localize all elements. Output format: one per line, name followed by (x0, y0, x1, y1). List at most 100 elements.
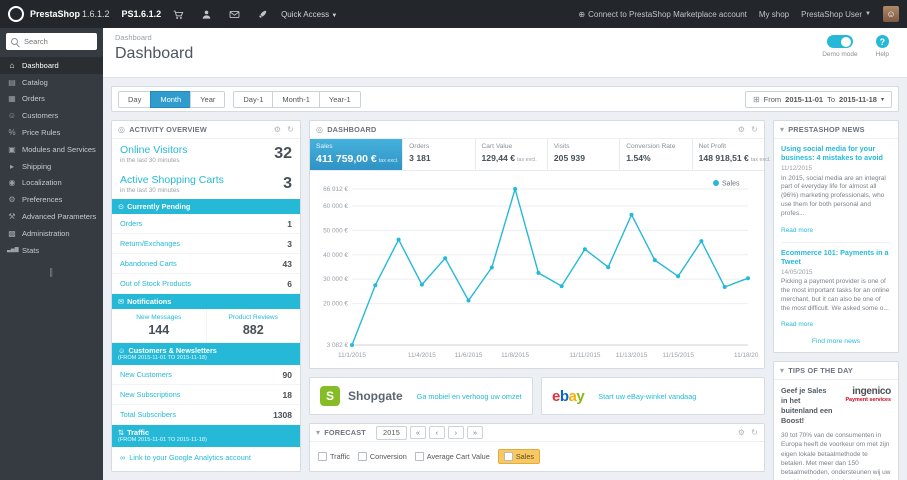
kpi-orders[interactable]: Orders 3 181 (403, 139, 476, 170)
online-visitors-link[interactable]: Online Visitors (120, 144, 188, 156)
out-of-stock-link[interactable]: Out of Stock Products (120, 279, 191, 288)
checkbox-icon[interactable] (503, 452, 513, 461)
total-subscribers-row: Total Subscribers 1308 (112, 405, 300, 426)
news-article-title[interactable]: Using social media for your business: 4 … (781, 144, 891, 163)
sidebar-item-orders[interactable]: ▦ Orders (0, 91, 103, 108)
new-subscriptions-link[interactable]: New Subscriptions (120, 390, 180, 399)
legend-label: Average Cart Value (426, 452, 490, 461)
gear-icon[interactable]: ⚙ (738, 428, 745, 437)
ebay-link[interactable]: Start uw eBay-winkel vandaag (598, 392, 696, 401)
chevron-down-icon: ▾ (880, 96, 884, 103)
currently-pending-header: ⊙ Currently Pending (112, 199, 300, 215)
refresh-icon[interactable]: ↻ (287, 125, 294, 134)
legend-traffic[interactable]: Traffic (318, 452, 350, 461)
read-more-link[interactable]: Read more (781, 227, 813, 234)
sidebar-item-label: Dashboard (22, 60, 59, 70)
product-reviews-link[interactable]: Product Reviews (209, 314, 299, 321)
customer-icon[interactable] (195, 0, 217, 28)
svg-text:11/13/2015: 11/13/2015 (616, 352, 648, 359)
my-shop-link[interactable]: My shop (759, 10, 789, 19)
kpi-conversion-rate[interactable]: Conversion Rate 1.54% (620, 139, 693, 170)
user-avatar[interactable]: ☺ (883, 6, 899, 22)
google-analytics-label: Link to your Google Analytics account (129, 453, 251, 463)
legend-conversion[interactable]: Conversion (357, 452, 407, 461)
filter-month-1-button[interactable]: Month-1 (272, 90, 320, 108)
first-page-icon[interactable]: « (410, 426, 426, 439)
next-page-icon[interactable]: › (448, 426, 464, 439)
google-analytics-link[interactable]: ∞ Link to your Google Analytics account (112, 447, 300, 468)
legend-sales[interactable]: Sales (497, 449, 541, 464)
sidebar-item-dashboard[interactable]: ⌂ Dashboard (0, 57, 103, 74)
forecast-year-select[interactable]: 2015 (375, 425, 407, 440)
gear-icon[interactable]: ⚙ (274, 125, 281, 134)
orders-icon: ▦ (8, 94, 16, 104)
marketplace-link[interactable]: ⊕ Connect to PrestaShop Marketplace acco… (578, 10, 746, 19)
svg-text:20 000 €: 20 000 € (323, 301, 348, 308)
read-more-link[interactable]: Read more (781, 321, 813, 328)
svg-text:66 912 €: 66 912 € (323, 186, 348, 193)
shopgate-link[interactable]: Ga mobiel en verhoog uw omzet (417, 392, 522, 401)
envelope-icon: ✉ (118, 297, 125, 307)
user-menu[interactable]: PrestaShop User ▼ (801, 10, 871, 19)
help-icon[interactable]: ? (875, 35, 889, 48)
sidebar-item-preferences[interactable]: ⚙ Preferences (0, 191, 103, 208)
filter-year-1-button[interactable]: Year-1 (318, 90, 361, 108)
sidebar-item-advanced-parameters[interactable]: ⚒ Advanced Parameters (0, 208, 103, 225)
news-article-title[interactable]: Ecommerce 101: Payments in a Tweet (781, 248, 891, 267)
new-customers-link[interactable]: New Customers (120, 370, 172, 379)
date-range-picker[interactable]: ⊞ From 2015-11-01 To 2015-11-18 ▾ (744, 90, 892, 108)
demo-mode-toggle[interactable] (826, 35, 853, 48)
sidebar-item-label: Advanced Parameters (22, 212, 97, 222)
search-input[interactable] (22, 36, 92, 47)
sidebar-item-stats[interactable]: ▃▅▇ Stats (0, 242, 103, 259)
pending-orders-link[interactable]: Orders (120, 219, 142, 228)
rocket-icon[interactable] (251, 0, 273, 28)
kpi-label: Conversion Rate (626, 143, 676, 150)
kpi-sales[interactable]: Sales 411 759,00 € tax excl. (310, 139, 404, 170)
sidebar-item-shipping[interactable]: ▸ Shipping (0, 158, 103, 175)
filter-month-button[interactable]: Month (150, 90, 192, 108)
traffic-header: ⇅ Traffic (FROM 2015-11-01 TO 2015-11-18) (112, 425, 300, 448)
kpi-value: 1.54% (626, 153, 651, 163)
pending-returns-link[interactable]: Return/Exchanges (120, 239, 180, 248)
checkbox-icon[interactable] (414, 452, 424, 461)
sidebar-item-modules[interactable]: ▣ Modules and Services (0, 141, 103, 158)
pending-returns-value: 3 (287, 238, 292, 249)
sidebar-item-catalog[interactable]: ▤ Catalog (0, 74, 103, 91)
checkbox-icon[interactable] (318, 452, 327, 461)
filter-day-button[interactable]: Day (118, 90, 152, 108)
total-subscribers-link[interactable]: Total Subscribers (120, 410, 176, 419)
quick-access-menu[interactable]: Quick Access ▼ (281, 10, 337, 19)
activity-column: ◎ ACTIVITY OVERVIEW ⚙ ↻ Online Visitors … (111, 120, 301, 480)
prev-page-icon[interactable]: ‹ (429, 426, 445, 439)
ingenico-logo: ingenico Payment services (839, 386, 891, 403)
filter-year-button[interactable]: Year (190, 90, 226, 108)
refresh-icon[interactable]: ↻ (751, 125, 758, 134)
messages-icon[interactable] (223, 0, 245, 28)
kpi-visits[interactable]: Visits 205 939 (548, 139, 621, 170)
last-page-icon[interactable]: » (467, 426, 483, 439)
find-more-news-link[interactable]: Find more news (774, 334, 898, 352)
sidebar-item-customers[interactable]: ☺ Customers (0, 107, 103, 124)
sidebar-item-localization[interactable]: ◉ Localization (0, 175, 103, 192)
new-messages-link[interactable]: New Messages (114, 314, 204, 321)
breadcrumb[interactable]: Dashboard (115, 33, 895, 42)
kpi-value: 148 918,51 € (698, 153, 749, 163)
abandoned-carts-link[interactable]: Abandoned Carts (120, 259, 177, 268)
refresh-icon[interactable]: ↻ (751, 428, 758, 437)
filter-day-1-button[interactable]: Day-1 (233, 90, 274, 108)
sidebar-item-administration[interactable]: ▩ Administration (0, 225, 103, 242)
checkbox-icon[interactable] (357, 452, 367, 461)
kpi-cart-value[interactable]: Cart Value 129,44 € tax excl. (476, 139, 548, 170)
sales-line-chart: 66 912 € 60 000 € 50 000 € 40 000 € 30 000 €… (323, 180, 762, 359)
brand-name: PrestaShop (30, 9, 81, 19)
legend-average-cart-value[interactable]: Average Cart Value (414, 452, 490, 461)
kpi-net-profit[interactable]: Net Profit 148 918,51 € tax excl. (693, 139, 771, 170)
sidebar-item-price-rules[interactable]: % Price Rules (0, 124, 103, 141)
forecast-legend: Traffic Conversion Average Cart Value Sa… (310, 442, 764, 471)
gear-icon[interactable]: ⚙ (738, 125, 745, 134)
active-carts-link[interactable]: Active Shopping Carts (120, 174, 224, 186)
sidebar-collapse-icon[interactable]: ∥ (0, 267, 103, 278)
kpi-row: Sales 411 759,00 € tax excl. Orders 3 181… (310, 139, 771, 171)
cart-icon[interactable] (167, 0, 189, 28)
